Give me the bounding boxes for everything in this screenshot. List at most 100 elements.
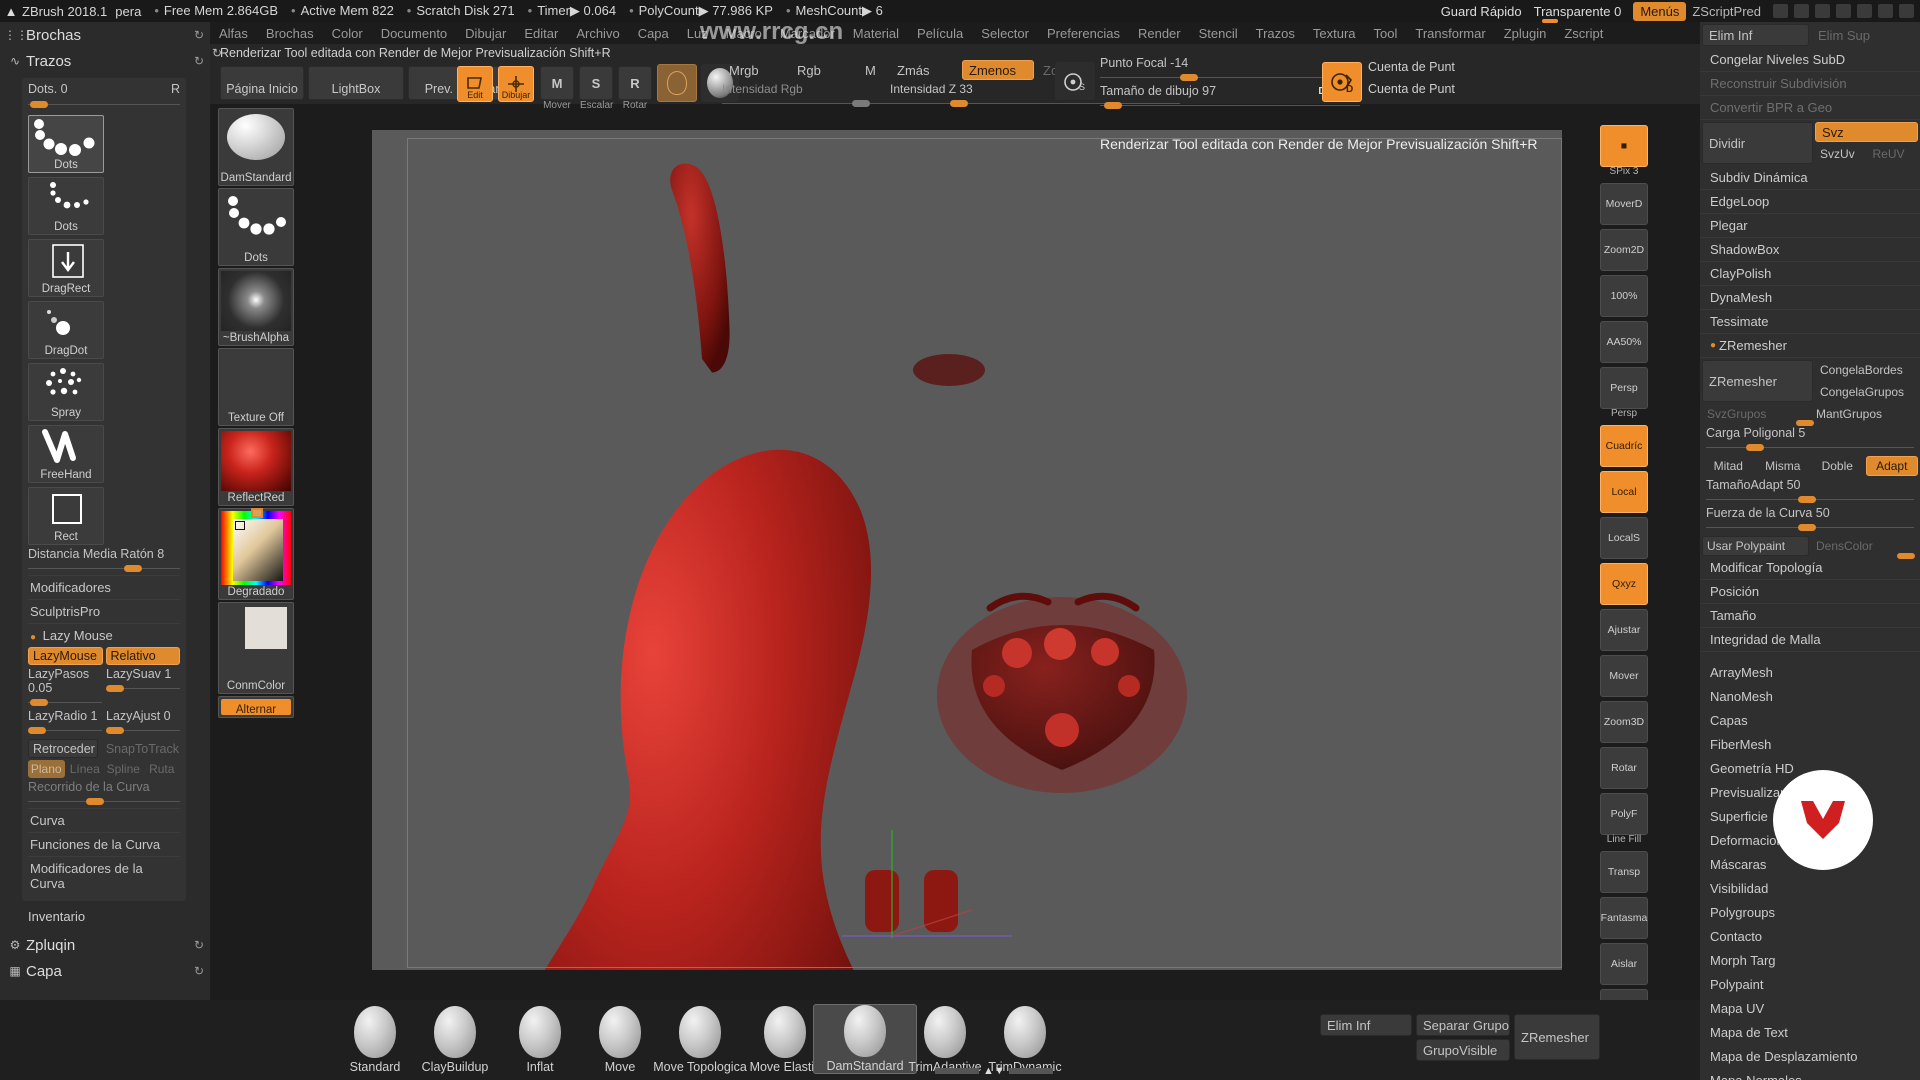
right-panel-item-mapadetext[interactable]: Mapa de Text xyxy=(1700,1020,1920,1044)
thumb-brushalpha[interactable]: ~BrushAlpha xyxy=(218,268,294,346)
reload-icon[interactable]: ↻ xyxy=(212,46,222,60)
right-panel-item-dynamesh[interactable]: DynaMesh xyxy=(1700,286,1920,310)
refresh-icon[interactable]: ↻ xyxy=(194,54,204,68)
slider-knob[interactable] xyxy=(852,100,870,107)
curve-strength-slider[interactable] xyxy=(1706,520,1914,534)
zadd-button[interactable]: Zmás xyxy=(890,60,960,80)
menu-item-transformar[interactable]: Transformar xyxy=(1406,26,1494,41)
congela-grupos-button[interactable]: CongelaGrupos xyxy=(1815,382,1918,402)
sidebar-section-brochas[interactable]: ⋮⋮ Brochas ↻ xyxy=(0,22,210,48)
transparent-slider[interactable]: Transparente 0 xyxy=(1534,4,1621,23)
window-icon-b[interactable] xyxy=(1857,4,1872,18)
menu-item-preferencias[interactable]: Preferencias xyxy=(1038,26,1129,41)
curve-path-slider[interactable] xyxy=(28,794,180,808)
relativo-toggle[interactable]: Relativo xyxy=(105,647,180,665)
stroke-swatch-freehand[interactable]: FreeHand xyxy=(28,425,104,483)
lazy-mouse-header[interactable]: ● Lazy Mouse xyxy=(28,623,180,647)
lazystep-slider[interactable] xyxy=(28,695,102,709)
slider-knob[interactable] xyxy=(1798,524,1816,531)
right-panel-item-polypaint[interactable]: Polypaint xyxy=(1700,972,1920,996)
slider-knob[interactable] xyxy=(1798,496,1816,503)
window-icon-c[interactable] xyxy=(1878,4,1893,18)
density-mode-doble[interactable]: Doble xyxy=(1811,456,1864,476)
zsub-button[interactable]: Zmenos xyxy=(962,60,1034,80)
close-icon[interactable] xyxy=(1899,4,1914,18)
menu-item-documento[interactable]: Documento xyxy=(372,26,456,41)
stroke-swatch-dots[interactable]: Dots xyxy=(28,115,104,173)
scale-mode-button[interactable]: S Escalar xyxy=(579,66,613,111)
elim-row[interactable]: Elim Inf Elim Sup xyxy=(1700,22,1920,48)
slider-knob[interactable] xyxy=(1897,553,1915,559)
bottom-elim-inf-button[interactable]: Elim Inf xyxy=(1320,1014,1412,1036)
right-panel-item-modificartopologa[interactable]: Modificar Topología xyxy=(1700,556,1920,580)
right-panel-item-subdivdinmica[interactable]: Subdiv Dinámica xyxy=(1700,166,1920,190)
grupo-visible-button[interactable]: GrupoVisible xyxy=(1416,1039,1510,1061)
brush-quick-bar[interactable]: Standard ClayBuildup Inflat Move Move Topolo… xyxy=(0,1000,1700,1080)
stroke-swatch-dots[interactable]: Dots xyxy=(28,177,104,235)
adapt-size-slider[interactable] xyxy=(1706,492,1914,506)
thumb-dots[interactable]: Dots xyxy=(218,188,294,266)
zoom3d-icon[interactable]: Zoom3D xyxy=(1600,701,1648,743)
menu-item-pelcula[interactable]: Película xyxy=(908,26,972,41)
thumb-degradado[interactable]: Degradado xyxy=(218,508,294,600)
lazyadjust-slider[interactable] xyxy=(106,723,180,737)
svzuv-button[interactable]: SvzUv xyxy=(1815,144,1866,164)
right-panel-item-tessimate[interactable]: Tessimate xyxy=(1700,310,1920,334)
right-panel-item-integridaddemalla[interactable]: Integridad de Malla xyxy=(1700,628,1920,652)
lightbox-button[interactable]: LightBox xyxy=(308,66,404,100)
right-panel-item-tamao[interactable]: Tamaño xyxy=(1700,604,1920,628)
right-panel-group-b[interactable]: Subdiv Dinámica EdgeLoop Plegar ShadowBox Cl… xyxy=(1700,166,1920,334)
rgb-button[interactable]: Rgb xyxy=(790,60,856,80)
dynamic-brush-icon[interactable]: D xyxy=(1322,62,1362,102)
slider-knob[interactable] xyxy=(1104,102,1122,109)
right-panel-item-congelarnivelessubd[interactable]: Congelar Niveles SubD xyxy=(1700,48,1920,72)
menu-bar[interactable]: Alfas Brochas Color Documento Dibujar Editar A… xyxy=(210,22,1603,44)
density-mode-mitad[interactable]: Mitad xyxy=(1702,456,1755,476)
stroke-reset-button[interactable]: R xyxy=(171,82,180,96)
right-panel-item-mapanormales[interactable]: Mapa Normales xyxy=(1700,1068,1920,1080)
actual-size-icon[interactable]: 100% xyxy=(1600,275,1648,317)
slider-knob[interactable] xyxy=(106,685,124,692)
slider-knob[interactable] xyxy=(106,727,124,734)
menu-item-stencil[interactable]: Stencil xyxy=(1190,26,1247,41)
right-panel-item-mapauv[interactable]: Mapa UV xyxy=(1700,996,1920,1020)
refresh-icon[interactable]: ↻ xyxy=(194,938,204,952)
right-panel-item-mapadedesplazamiento[interactable]: Mapa de Desplazamiento xyxy=(1700,1044,1920,1068)
menu-item-zscript[interactable]: Zscript xyxy=(1555,26,1612,41)
pagina-inicio-button[interactable]: Página Inicio xyxy=(220,66,304,100)
menu-item-selector[interactable]: Selector xyxy=(972,26,1038,41)
menu-item-render[interactable]: Render xyxy=(1129,26,1190,41)
right-panel-item-arraymesh[interactable]: ArrayMesh xyxy=(1700,660,1920,684)
mouse-average-slider[interactable] xyxy=(28,561,180,575)
backtrack-mode-row[interactable]: Plano Línea Spline Ruta xyxy=(28,760,180,778)
move-mode-button[interactable]: M Mover xyxy=(540,66,574,111)
right-panel-item-fibermesh[interactable]: FiberMesh xyxy=(1700,732,1920,756)
slider-knob[interactable] xyxy=(124,565,142,572)
menu-item-trazos[interactable]: Trazos xyxy=(1247,26,1304,41)
zremesher-row[interactable]: ZRemesher CongelaBordes CongelaGrupos xyxy=(1700,358,1920,404)
menu-item-alfas[interactable]: Alfas xyxy=(210,26,257,41)
edit-mode-button[interactable]: Edit xyxy=(457,66,493,102)
perspective-icon[interactable]: Persp Persp xyxy=(1600,367,1648,419)
zremesher-header[interactable]: ● ZRemesher xyxy=(1700,334,1920,358)
slider-knob[interactable] xyxy=(30,699,48,706)
inventario-label[interactable]: Inventario xyxy=(28,909,210,924)
right-panel-item-plegar[interactable]: Plegar xyxy=(1700,214,1920,238)
refresh-icon[interactable]: ↻ xyxy=(194,28,204,42)
sidebar-section-trazos[interactable]: ∿ Trazos ↻ xyxy=(0,48,210,74)
menu-item-brochas[interactable]: Brochas xyxy=(257,26,323,41)
divide-row[interactable]: Dividir Svz SvzUv ReUV xyxy=(1700,120,1920,166)
menu-item-textura[interactable]: Textura xyxy=(1304,26,1365,41)
ghost-icon[interactable]: Fantasma xyxy=(1600,897,1648,939)
svz-grupos-button[interactable]: SvzGrupos xyxy=(1702,404,1814,426)
menus-button[interactable]: Menús xyxy=(1633,1,1687,21)
menu-item-color[interactable]: Color xyxy=(323,26,372,41)
sidebar-section-capa[interactable]: ▦ Capa ↻ xyxy=(0,958,210,984)
density-mode-adapt[interactable]: Adapt xyxy=(1865,456,1918,476)
stroke-swatch-rect[interactable]: Rect xyxy=(28,487,104,545)
row-modificadores[interactable]: Modificadores xyxy=(28,575,180,599)
menu-item-editar[interactable]: Editar xyxy=(515,26,567,41)
right-panel-group-d[interactable]: ArrayMesh NanoMesh Capas FiberMesh Geometría… xyxy=(1700,660,1920,1080)
zremesher-button[interactable]: ZRemesher xyxy=(1702,360,1813,402)
mrgb-button[interactable]: Mrgb xyxy=(722,60,788,80)
